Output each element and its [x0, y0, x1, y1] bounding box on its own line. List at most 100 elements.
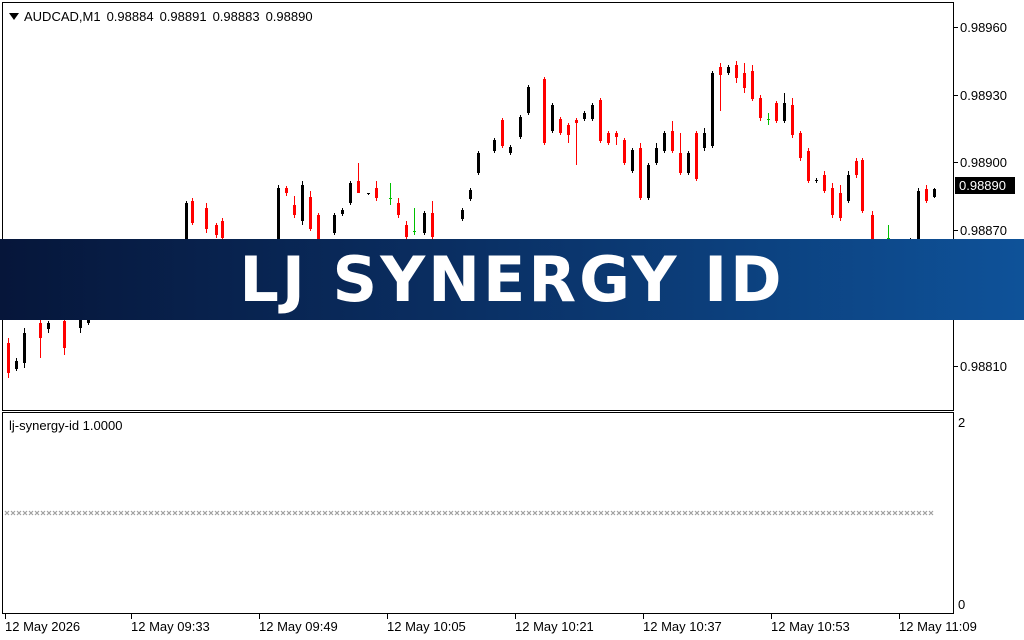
dropdown-triangle-icon[interactable] [9, 13, 19, 20]
indicator-pane[interactable]: lj-synergy-id 1.0000 [2, 412, 954, 614]
indicator-marker [592, 510, 598, 516]
candle [791, 98, 794, 138]
candle [509, 145, 512, 155]
indicator-marker [448, 510, 454, 516]
price-label: 0.98930 [960, 88, 1007, 103]
candle [679, 133, 682, 175]
candle [301, 181, 304, 225]
indicator-marker [142, 510, 148, 516]
indicator-marker [34, 510, 40, 516]
candle [855, 158, 858, 178]
candle [559, 117, 562, 135]
indicator-marker [250, 510, 256, 516]
indicator-marker [196, 510, 202, 516]
candle [309, 191, 312, 231]
indicator-marker [622, 510, 628, 516]
indicator-marker [826, 510, 832, 516]
indicator-marker [454, 510, 460, 516]
candle [607, 131, 610, 145]
indicator-marker [712, 510, 718, 516]
candle [861, 158, 864, 213]
indicator-marker [760, 510, 766, 516]
indicator-marker [418, 510, 424, 516]
indicator-marker [706, 510, 712, 516]
candle [205, 203, 208, 233]
candle [341, 208, 344, 216]
indicator-marker [436, 510, 442, 516]
candle [783, 93, 786, 123]
candle [655, 143, 658, 165]
banner-title: LJ SYNERGY ID [239, 243, 785, 316]
indicator-marker [178, 510, 184, 516]
indicator-marker [658, 510, 664, 516]
candle [23, 328, 26, 368]
indicator-marker [664, 510, 670, 516]
indicator-marker [46, 510, 52, 516]
candle [823, 171, 826, 193]
indicator-marker [508, 510, 514, 516]
indicator-marker [118, 510, 124, 516]
candle [397, 198, 400, 218]
candle [221, 218, 224, 240]
indicator-marker [604, 510, 610, 516]
candle [599, 98, 602, 143]
indicator-marker [640, 510, 646, 516]
candle [751, 65, 754, 101]
indicator-marker [274, 510, 280, 516]
indicator-marker [130, 510, 136, 516]
indicator-scale-top: 2 [958, 415, 966, 430]
indicator-marker [676, 510, 682, 516]
indicator-marker [28, 510, 34, 516]
indicator-marker [544, 510, 550, 516]
candle [933, 188, 936, 198]
indicator-marker [772, 510, 778, 516]
indicator-marker [820, 510, 826, 516]
candle [815, 178, 818, 183]
indicator-marker [526, 510, 532, 516]
indicator-marker [382, 510, 388, 516]
indicator-marker [802, 510, 808, 516]
candle [191, 198, 194, 225]
indicator-marker [730, 510, 736, 516]
indicator-marker [916, 510, 922, 516]
indicator-marker [766, 510, 772, 516]
indicator-marker [904, 510, 910, 516]
candle [583, 111, 586, 121]
indicator-marker [460, 510, 466, 516]
indicator-marker [682, 510, 688, 516]
indicator-marker [880, 510, 886, 516]
indicator-marker [238, 510, 244, 516]
indicator-scale-bottom: 0 [958, 597, 966, 612]
candle [767, 113, 770, 125]
price-tick [954, 366, 958, 367]
indicator-marker [352, 510, 358, 516]
indicator-marker [202, 510, 208, 516]
indicator-marker [850, 510, 856, 516]
candle [695, 131, 698, 181]
price-label: 0.98960 [960, 20, 1007, 35]
candle [799, 131, 802, 161]
indicator-marker [388, 510, 394, 516]
indicator-marker [874, 510, 880, 516]
indicator-marker [628, 510, 634, 516]
candle [551, 103, 554, 133]
candle [639, 143, 642, 200]
price-label: 0.98900 [960, 155, 1007, 170]
candle [567, 123, 570, 143]
indicator-marker [466, 510, 472, 516]
indicator-marker [148, 510, 154, 516]
open-price: 0.98884 [106, 9, 154, 24]
indicator-marker [64, 510, 70, 516]
indicator-marker [868, 510, 874, 516]
high-price: 0.98891 [159, 9, 207, 24]
indicator-marker [856, 510, 862, 516]
candle [727, 65, 730, 75]
candle [647, 163, 650, 200]
indicator-marker [16, 510, 22, 516]
price-chart-pane[interactable]: AUDCAD,M1 0.98884 0.98891 0.98883 0.9889… [2, 2, 954, 411]
candle [333, 213, 336, 235]
indicator-marker [226, 510, 232, 516]
indicator-marker [838, 510, 844, 516]
candlestick-chart [7, 61, 936, 378]
candle [389, 183, 392, 205]
